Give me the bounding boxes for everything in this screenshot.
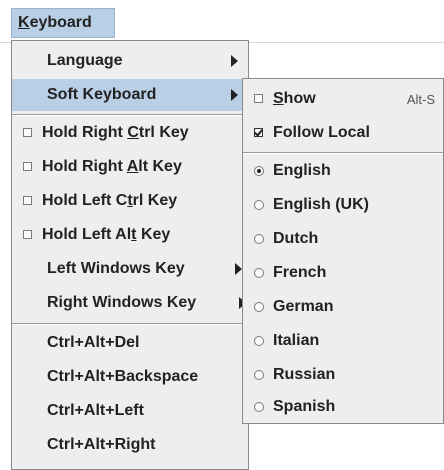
label-part: lt Key bbox=[138, 158, 182, 175]
menu-item-hold-right-alt-label: Hold Right Alt Key bbox=[42, 158, 182, 176]
menu-item-hold-right-ctrl-label: Hold Right Ctrl Key bbox=[42, 124, 189, 142]
soft-keyboard-submenu: Show Alt-S Follow Local English English … bbox=[242, 78, 444, 424]
accelerator-label: Alt-S bbox=[406, 91, 435, 107]
menu-item-language-german[interactable]: German bbox=[243, 291, 443, 323]
label-part: Hold Right bbox=[42, 158, 127, 175]
language-label: English (UK) bbox=[273, 196, 369, 213]
radio-icon bbox=[254, 268, 264, 278]
menu-item-hold-right-alt[interactable]: Hold Right Alt Key bbox=[12, 151, 248, 183]
radio-icon bbox=[254, 370, 264, 380]
menu-item-ctrl-alt-left[interactable]: Ctrl+Alt+Left bbox=[12, 395, 248, 427]
label-part: Hold Right bbox=[42, 124, 128, 141]
menu-item-show[interactable]: Show Alt-S bbox=[243, 83, 443, 115]
label-part: trl Key bbox=[138, 124, 189, 141]
keyboard-menu-title[interactable]: Keyboard bbox=[11, 8, 115, 38]
menu-item-language-russian[interactable]: Russian bbox=[243, 359, 443, 391]
submenu-arrow-icon bbox=[235, 263, 242, 275]
checkbox-icon bbox=[23, 128, 32, 137]
radio-icon bbox=[254, 402, 264, 412]
checkbox-icon bbox=[23, 162, 32, 171]
label-mnemonic: A bbox=[126, 158, 139, 175]
menu-item-ctrl-alt-right-label: Ctrl+Alt+Right bbox=[47, 436, 156, 453]
checkbox-icon bbox=[23, 196, 32, 205]
menu-item-ctrl-alt-right[interactable]: Ctrl+Alt+Right bbox=[12, 429, 248, 461]
menu-item-language-english[interactable]: English bbox=[243, 155, 443, 187]
menu-item-left-windows-key-label: Left Windows Key bbox=[47, 260, 185, 277]
menu-item-soft-keyboard-label: Soft Keyboard bbox=[47, 86, 157, 103]
menu-separator bbox=[12, 323, 248, 325]
language-label: Russian bbox=[273, 366, 336, 383]
radio-icon bbox=[254, 302, 264, 312]
label-mnemonic: C bbox=[127, 124, 139, 141]
menu-item-language-spanish[interactable]: Spanish bbox=[243, 391, 443, 423]
checkbox-checked-icon bbox=[254, 128, 263, 137]
menu-item-ctrl-alt-left-label: Ctrl+Alt+Left bbox=[47, 402, 144, 419]
menu-item-ctrl-alt-del-label: Ctrl+Alt+Del bbox=[47, 334, 140, 351]
checkbox-icon bbox=[254, 94, 263, 103]
menu-item-ctrl-alt-backspace-label: Ctrl+Alt+Backspace bbox=[47, 368, 199, 385]
language-label: Italian bbox=[273, 332, 320, 349]
submenu-arrow-icon bbox=[231, 55, 238, 67]
keyboard-menu: Language Soft Keyboard Hold Right Ctrl K… bbox=[11, 40, 249, 470]
menu-separator bbox=[243, 152, 443, 154]
label-part: Hold Left C bbox=[42, 192, 128, 209]
radio-selected-icon bbox=[254, 166, 264, 176]
label-mnemonic: S bbox=[273, 90, 284, 107]
language-label: German bbox=[273, 298, 334, 315]
menu-item-right-windows-key[interactable]: Right Windows Key bbox=[12, 287, 248, 319]
menu-item-language[interactable]: Language bbox=[12, 45, 248, 77]
menu-item-hold-left-alt-label: Hold Left Alt Key bbox=[42, 226, 170, 244]
menu-item-follow-local-label: Follow Local bbox=[273, 124, 370, 141]
menu-item-hold-left-ctrl-label: Hold Left Ctrl Key bbox=[42, 192, 177, 210]
language-label: Dutch bbox=[273, 230, 319, 247]
menu-item-right-windows-key-label: Right Windows Key bbox=[47, 294, 197, 311]
language-label: French bbox=[273, 264, 327, 281]
radio-icon bbox=[254, 336, 264, 346]
menu-item-follow-local[interactable]: Follow Local bbox=[243, 117, 443, 149]
menu-item-ctrl-alt-del[interactable]: Ctrl+Alt+Del bbox=[12, 327, 248, 359]
menu-item-ctrl-alt-backspace[interactable]: Ctrl+Alt+Backspace bbox=[12, 361, 248, 393]
menu-item-language-italian[interactable]: Italian bbox=[243, 325, 443, 357]
menu-bar: Keyboard bbox=[0, 0, 444, 43]
menu-item-left-windows-key[interactable]: Left Windows Key bbox=[12, 253, 248, 285]
menu-item-hold-right-ctrl[interactable]: Hold Right Ctrl Key bbox=[12, 117, 248, 149]
checkbox-icon bbox=[23, 230, 32, 239]
radio-icon bbox=[254, 200, 264, 210]
menu-item-show-label: Show bbox=[273, 90, 316, 108]
menu-item-language-english-uk[interactable]: English (UK) bbox=[243, 189, 443, 221]
menu-separator bbox=[12, 114, 248, 116]
keyboard-menu-title-rest: eyboard bbox=[29, 14, 92, 31]
label-part: Hold Left Al bbox=[42, 226, 132, 243]
radio-icon bbox=[254, 234, 264, 244]
menu-item-language-label: Language bbox=[47, 52, 123, 69]
menu-item-hold-left-alt[interactable]: Hold Left Alt Key bbox=[12, 219, 248, 251]
submenu-arrow-icon bbox=[231, 89, 238, 101]
language-label: Spanish bbox=[273, 398, 336, 415]
menu-item-language-french[interactable]: French bbox=[243, 257, 443, 289]
language-label: English bbox=[273, 162, 331, 179]
keyboard-menu-mnemonic: K bbox=[18, 14, 30, 31]
menu-item-hold-left-ctrl[interactable]: Hold Left Ctrl Key bbox=[12, 185, 248, 217]
menu-item-language-dutch[interactable]: Dutch bbox=[243, 223, 443, 255]
menu-item-soft-keyboard[interactable]: Soft Keyboard bbox=[12, 79, 248, 111]
label-part: how bbox=[283, 90, 316, 107]
label-part: Key bbox=[136, 226, 171, 243]
label-part: rl Key bbox=[132, 192, 178, 209]
